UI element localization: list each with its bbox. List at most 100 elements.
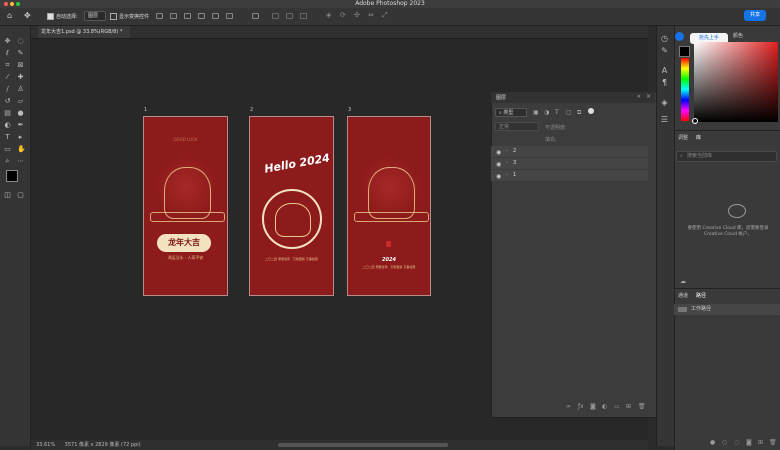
crop-tool-icon[interactable]: ⌗ xyxy=(4,62,11,69)
filter-adjustment-icon[interactable]: ◑ xyxy=(544,109,549,116)
quick-select-tool-icon[interactable]: ✎ xyxy=(17,50,24,57)
collapse-icon[interactable]: « xyxy=(637,93,641,100)
chevron-right-icon[interactable]: › xyxy=(506,158,508,169)
libraries-tab[interactable]: 库 xyxy=(696,134,701,141)
layer-row[interactable]: ◉ › 3 xyxy=(491,158,648,170)
stamp-tool-icon[interactable]: ♙ xyxy=(17,86,24,93)
artboard-label[interactable]: 3 xyxy=(348,107,351,113)
move-tool-icon[interactable]: ✥ xyxy=(4,38,11,45)
adjustment-layer-icon[interactable]: ◐ xyxy=(602,403,607,410)
chevron-right-icon[interactable]: › xyxy=(506,146,508,157)
filter-smart-object-icon[interactable]: ⧉ xyxy=(577,109,581,117)
hue-slider[interactable] xyxy=(681,58,689,121)
layers-dock-icon[interactable]: ◈ xyxy=(660,98,669,107)
color-picker-handle[interactable] xyxy=(692,118,698,124)
healing-brush-tool-icon[interactable]: ✚ xyxy=(17,74,24,81)
artboard-1[interactable]: GOOD LUCK 龙年大吉 鸿运当头 · 人寿平安 xyxy=(143,116,228,296)
foreground-color-swatch[interactable] xyxy=(679,46,690,57)
gradient-tool-icon[interactable]: ▤ xyxy=(4,110,11,117)
3d-rotate-icon[interactable]: ⟳ xyxy=(340,11,346,19)
layers-tab[interactable]: 图层 xyxy=(496,94,506,101)
foreground-color-swatch[interactable] xyxy=(6,170,18,182)
frame-tool-icon[interactable]: ⊠ xyxy=(17,62,24,69)
filter-shape-icon[interactable]: ▢ xyxy=(566,109,572,116)
properties-icon[interactable]: ☰ xyxy=(660,115,669,124)
visibility-eye-icon[interactable]: ◉ xyxy=(496,159,501,170)
3d-pan-icon[interactable]: ✣ xyxy=(354,11,360,19)
document-info[interactable]: 3571 像素 x 2829 像素 (72 ppi) xyxy=(65,442,141,448)
auto-select-dropdown[interactable]: 图层 xyxy=(84,11,106,21)
adjustments-tab[interactable]: 调整 xyxy=(678,134,688,141)
home-icon[interactable]: ⌂ xyxy=(7,11,12,20)
chevron-right-icon[interactable]: › xyxy=(506,170,508,181)
add-mask-icon[interactable]: ◙ xyxy=(590,403,596,410)
delete-path-icon[interactable]: 🗑 xyxy=(769,439,777,446)
marquee-tool-icon[interactable]: ◌ xyxy=(17,38,24,45)
artboard-label[interactable]: 2 xyxy=(250,107,253,113)
auto-select-checkbox[interactable] xyxy=(47,13,54,20)
eyedropper-tool-icon[interactable]: ⁄ xyxy=(4,74,11,81)
color-picker-field[interactable] xyxy=(694,42,778,122)
channels-tab[interactable]: 通道 xyxy=(678,292,688,299)
artboard-3[interactable]: 2024 二〇二四 甲辰龙年 · 万象更新 万事如意 xyxy=(347,116,431,296)
pen-tool-icon[interactable]: ✒ xyxy=(17,122,24,129)
cloud-status-icon[interactable]: ☁ xyxy=(680,278,686,285)
path-select-tool-icon[interactable]: ▸ xyxy=(17,134,24,141)
blur-tool-icon[interactable]: ● xyxy=(17,110,24,117)
layer-filter-dropdown[interactable]: ⌕ 类型 xyxy=(495,108,527,117)
new-group-icon[interactable]: ▭ xyxy=(614,403,620,410)
eraser-tool-icon[interactable]: ▱ xyxy=(17,98,24,105)
add-mask-icon[interactable]: ◙ xyxy=(746,439,752,446)
brush-tool-icon[interactable]: ∕ xyxy=(4,86,11,93)
3d-mode-icon[interactable]: ◈ xyxy=(326,11,331,19)
distribute-left-icon[interactable] xyxy=(272,13,279,19)
filter-pixel-icon[interactable]: ▣ xyxy=(533,109,539,116)
layer-style-icon[interactable]: ƒx xyxy=(578,403,584,410)
paths-tab[interactable]: 路径 xyxy=(696,292,706,299)
zoom-level[interactable]: 33.61% xyxy=(36,442,55,448)
layer-row[interactable]: ◉ › 1 xyxy=(491,170,648,182)
close-panel-icon[interactable]: × xyxy=(646,93,651,100)
layer-row[interactable]: ◉ › 2 xyxy=(491,146,648,158)
document-tab[interactable]: 龙年大吉1.psd @ 33.8%(RGB/8) * xyxy=(38,26,130,38)
horizontal-scrollbar[interactable] xyxy=(278,443,448,447)
new-layer-icon[interactable]: ⊞ xyxy=(626,403,631,410)
brush-settings-icon[interactable]: ✎ xyxy=(660,46,669,55)
fill-path-icon[interactable]: ● xyxy=(710,439,715,446)
filter-type-icon[interactable]: T xyxy=(555,109,559,116)
distribute-center-icon[interactable] xyxy=(286,13,293,19)
history-brush-tool-icon[interactable]: ↺ xyxy=(4,98,11,105)
blend-mode-dropdown[interactable]: 正常 xyxy=(495,122,539,131)
dodge-tool-icon[interactable]: ◐ xyxy=(4,122,11,129)
link-layers-icon[interactable]: ∞ xyxy=(566,403,571,410)
align-right-icon[interactable] xyxy=(184,13,191,19)
color-tab[interactable]: 颜色 xyxy=(733,32,743,39)
library-search-input[interactable]: ⌕ 搜索当前库 xyxy=(676,151,777,162)
discover-icon[interactable] xyxy=(675,32,684,41)
lasso-tool-icon[interactable]: ℓ xyxy=(4,50,11,57)
align-center-icon[interactable] xyxy=(170,13,177,19)
stroke-path-icon[interactable]: ○ xyxy=(722,439,727,446)
paragraph-icon[interactable]: ¶ xyxy=(660,78,669,87)
share-button[interactable]: 共享 xyxy=(744,10,766,21)
path-row[interactable]: 工作路径 xyxy=(674,304,780,315)
type-tool-icon[interactable]: T xyxy=(4,134,11,141)
align-bottom-icon[interactable] xyxy=(226,13,233,19)
align-top-icon[interactable] xyxy=(198,13,205,19)
zoom-tool-icon[interactable]: ⌕ xyxy=(4,158,11,165)
align-left-icon[interactable] xyxy=(156,13,163,19)
hand-tool-icon[interactable]: ✋ xyxy=(17,146,26,153)
move-tool-icon[interactable]: ✥ xyxy=(24,11,31,20)
artboard-2[interactable]: Hello 2024 二〇二四 甲辰龙年 · 万象更新 万事如意 xyxy=(249,116,334,296)
distribute-icon[interactable] xyxy=(252,13,259,19)
new-path-icon[interactable]: ⊞ xyxy=(758,439,763,446)
load-selection-icon[interactable]: ◌ xyxy=(734,439,739,446)
visibility-eye-icon[interactable]: ◉ xyxy=(496,147,501,158)
filter-toggle-icon[interactable] xyxy=(588,108,594,114)
align-middle-icon[interactable] xyxy=(212,13,219,19)
delete-layer-icon[interactable]: 🗑 xyxy=(638,403,646,410)
quick-mask-icon[interactable]: ◫ xyxy=(4,192,11,199)
visibility-eye-icon[interactable]: ◉ xyxy=(496,171,501,182)
history-icon[interactable]: ◷ xyxy=(660,34,669,43)
character-icon[interactable]: A xyxy=(660,66,669,75)
